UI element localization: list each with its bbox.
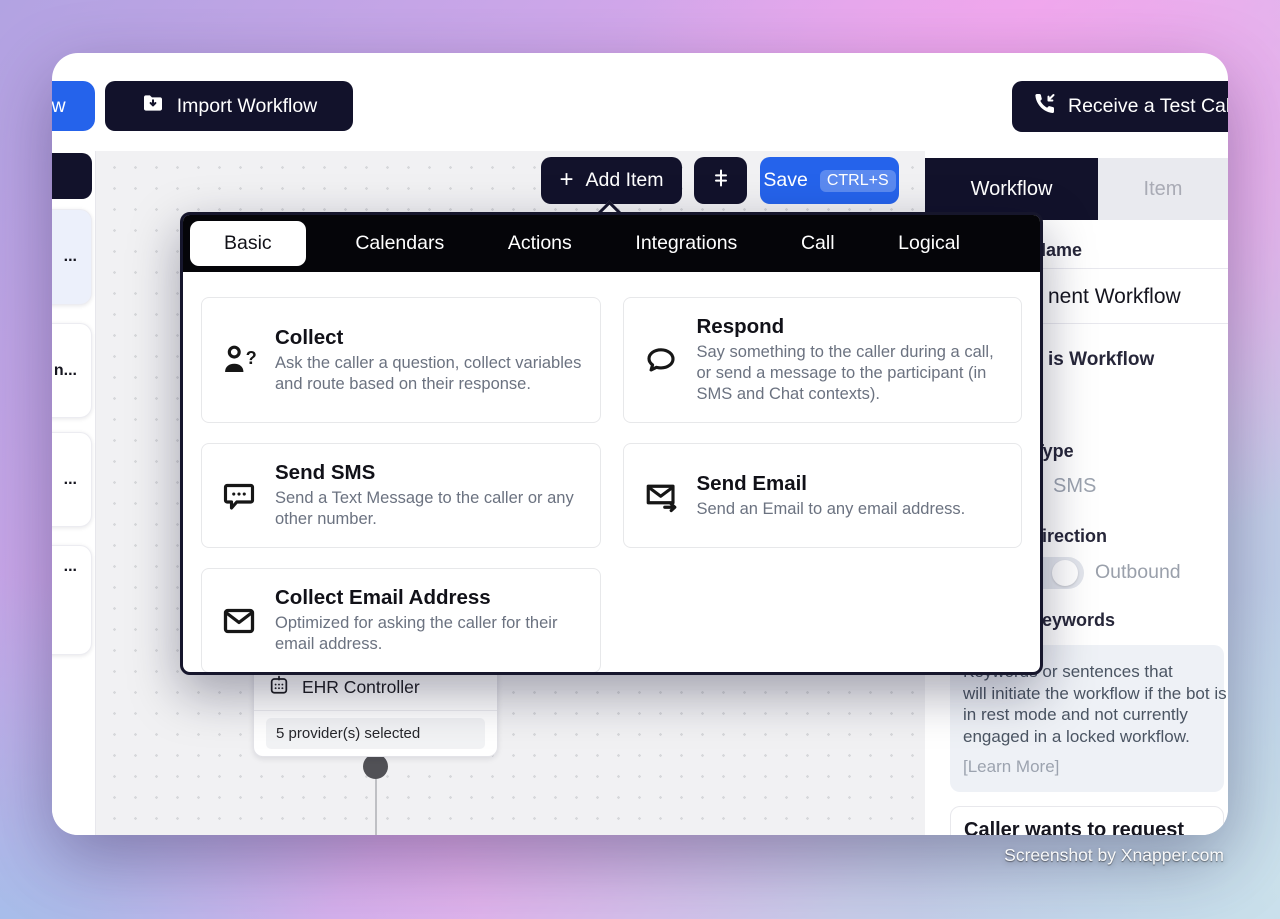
tab-workflow[interactable]: Workflow: [925, 158, 1098, 220]
add-item-label: Add Item: [585, 169, 663, 192]
modal-tab-bar: Basic Calendars Actions Integrations Cal…: [183, 215, 1040, 272]
card-send-sms[interactable]: Send SMS Send a Text Message to the call…: [201, 443, 601, 548]
type-value[interactable]: SMS: [1053, 475, 1096, 498]
receive-test-call-button[interactable]: Receive a Test Call: [1012, 81, 1228, 132]
trigger-phrase-card[interactable]: Caller wants to request: [950, 806, 1224, 835]
tab-calendars[interactable]: Calendars: [341, 222, 458, 265]
envelope-arrow-icon: [642, 478, 680, 514]
card-desc: Send a Text Message to the caller or any…: [275, 488, 582, 530]
card-desc: Optimized for asking the caller for thei…: [275, 613, 582, 655]
learn-more-link[interactable]: [Learn More]: [963, 757, 1224, 777]
card-collect[interactable]: ? Collect Ask the caller a question, col…: [201, 297, 601, 423]
save-shortcut-badge: CTRL+S: [820, 170, 896, 192]
import-workflow-label: Import Workflow: [177, 95, 318, 118]
card-title: Send Email: [697, 472, 966, 496]
xnapper-watermark: Screenshot by Xnapper.com: [1004, 845, 1224, 866]
card-desc: Say something to the caller during a cal…: [697, 342, 1004, 405]
align-center-icon: [709, 166, 733, 196]
sidebar-item-label: ...: [64, 248, 77, 266]
node-detail[interactable]: 5 provider(s) selected: [266, 718, 485, 749]
app-window: ... n... ... ... w Import Workflow Recei…: [52, 53, 1228, 835]
sidebar-item-label: ...: [64, 558, 77, 576]
tab-item-label: Item: [1144, 178, 1183, 201]
sidebar-workflow-item[interactable]: n...: [52, 323, 92, 418]
tab-workflow-label: Workflow: [971, 178, 1053, 201]
new-workflow-button[interactable]: w: [52, 81, 95, 131]
save-label: Save: [763, 169, 807, 192]
node-connector-line: [375, 778, 377, 835]
tab-call[interactable]: Call: [787, 222, 849, 265]
plus-icon: +: [559, 168, 573, 192]
svg-text:?: ?: [246, 348, 257, 368]
card-collect-email-address[interactable]: Collect Email Address Optimized for aski…: [201, 568, 601, 673]
align-center-icon-button[interactable]: [694, 157, 747, 204]
message-dots-icon: [220, 478, 258, 514]
card-send-email[interactable]: Send Email Send an Email to any email ad…: [623, 443, 1023, 548]
node-title: EHR Controller: [302, 677, 420, 698]
node-connector-handle[interactable]: [363, 754, 388, 779]
save-button[interactable]: Save CTRL+S: [760, 157, 899, 204]
import-workflow-button[interactable]: Import Workflow: [105, 81, 353, 131]
add-item-modal: Basic Calendars Actions Integrations Cal…: [180, 212, 1043, 675]
ehr-controller-icon: [268, 674, 290, 701]
direction-value: Outbound: [1095, 561, 1181, 584]
card-title: Collect Email Address: [275, 586, 582, 610]
card-respond[interactable]: Respond Say something to the caller duri…: [623, 297, 1023, 423]
modal-body: ? Collect Ask the caller a question, col…: [183, 272, 1040, 675]
receive-test-call-label: Receive a Test Call: [1068, 95, 1228, 118]
envelope-icon: [220, 603, 258, 639]
phone-incoming-icon: [1032, 92, 1056, 122]
card-desc: Ask the caller a question, collect varia…: [275, 353, 582, 395]
add-item-button[interactable]: + Add Item: [541, 157, 682, 204]
keywords-help-line: will initiate the workflow if the bot is: [963, 683, 1224, 705]
card-title: Respond: [697, 315, 1004, 339]
tab-item[interactable]: Item: [1098, 158, 1228, 220]
tab-logical[interactable]: Logical: [884, 222, 974, 265]
new-workflow-label: w: [52, 95, 66, 118]
folder-import-icon: [141, 91, 165, 121]
tab-basic[interactable]: Basic: [190, 221, 306, 266]
this-workflow-label[interactable]: is Workflow: [1048, 349, 1154, 371]
card-title: Collect: [275, 326, 582, 350]
keywords-help-line: in rest mode and not currently: [963, 704, 1224, 726]
sidebar-workflow-item[interactable]: ...: [52, 545, 92, 655]
tab-integrations[interactable]: Integrations: [621, 222, 751, 265]
sidebar-item-label: n...: [54, 362, 77, 380]
sidebar-item-label: ...: [64, 471, 77, 489]
speech-bubble-icon: [642, 342, 680, 378]
sidebar-workflow-item[interactable]: ...: [52, 432, 92, 527]
card-desc: Send an Email to any email address.: [697, 499, 966, 520]
person-question-icon: ?: [220, 341, 258, 379]
toggle-knob: [1052, 560, 1078, 586]
trigger-phrase-title: Caller wants to request: [964, 819, 1184, 835]
sidebar-header-block: [52, 153, 92, 199]
workflow-name-value[interactable]: nent Workflow: [1048, 285, 1181, 309]
sidebar-workflow-item-selected[interactable]: ...: [52, 209, 92, 305]
tab-actions[interactable]: Actions: [494, 222, 586, 265]
card-title: Send SMS: [275, 461, 582, 485]
keywords-help-line: engaged in a locked workflow.: [963, 726, 1224, 748]
